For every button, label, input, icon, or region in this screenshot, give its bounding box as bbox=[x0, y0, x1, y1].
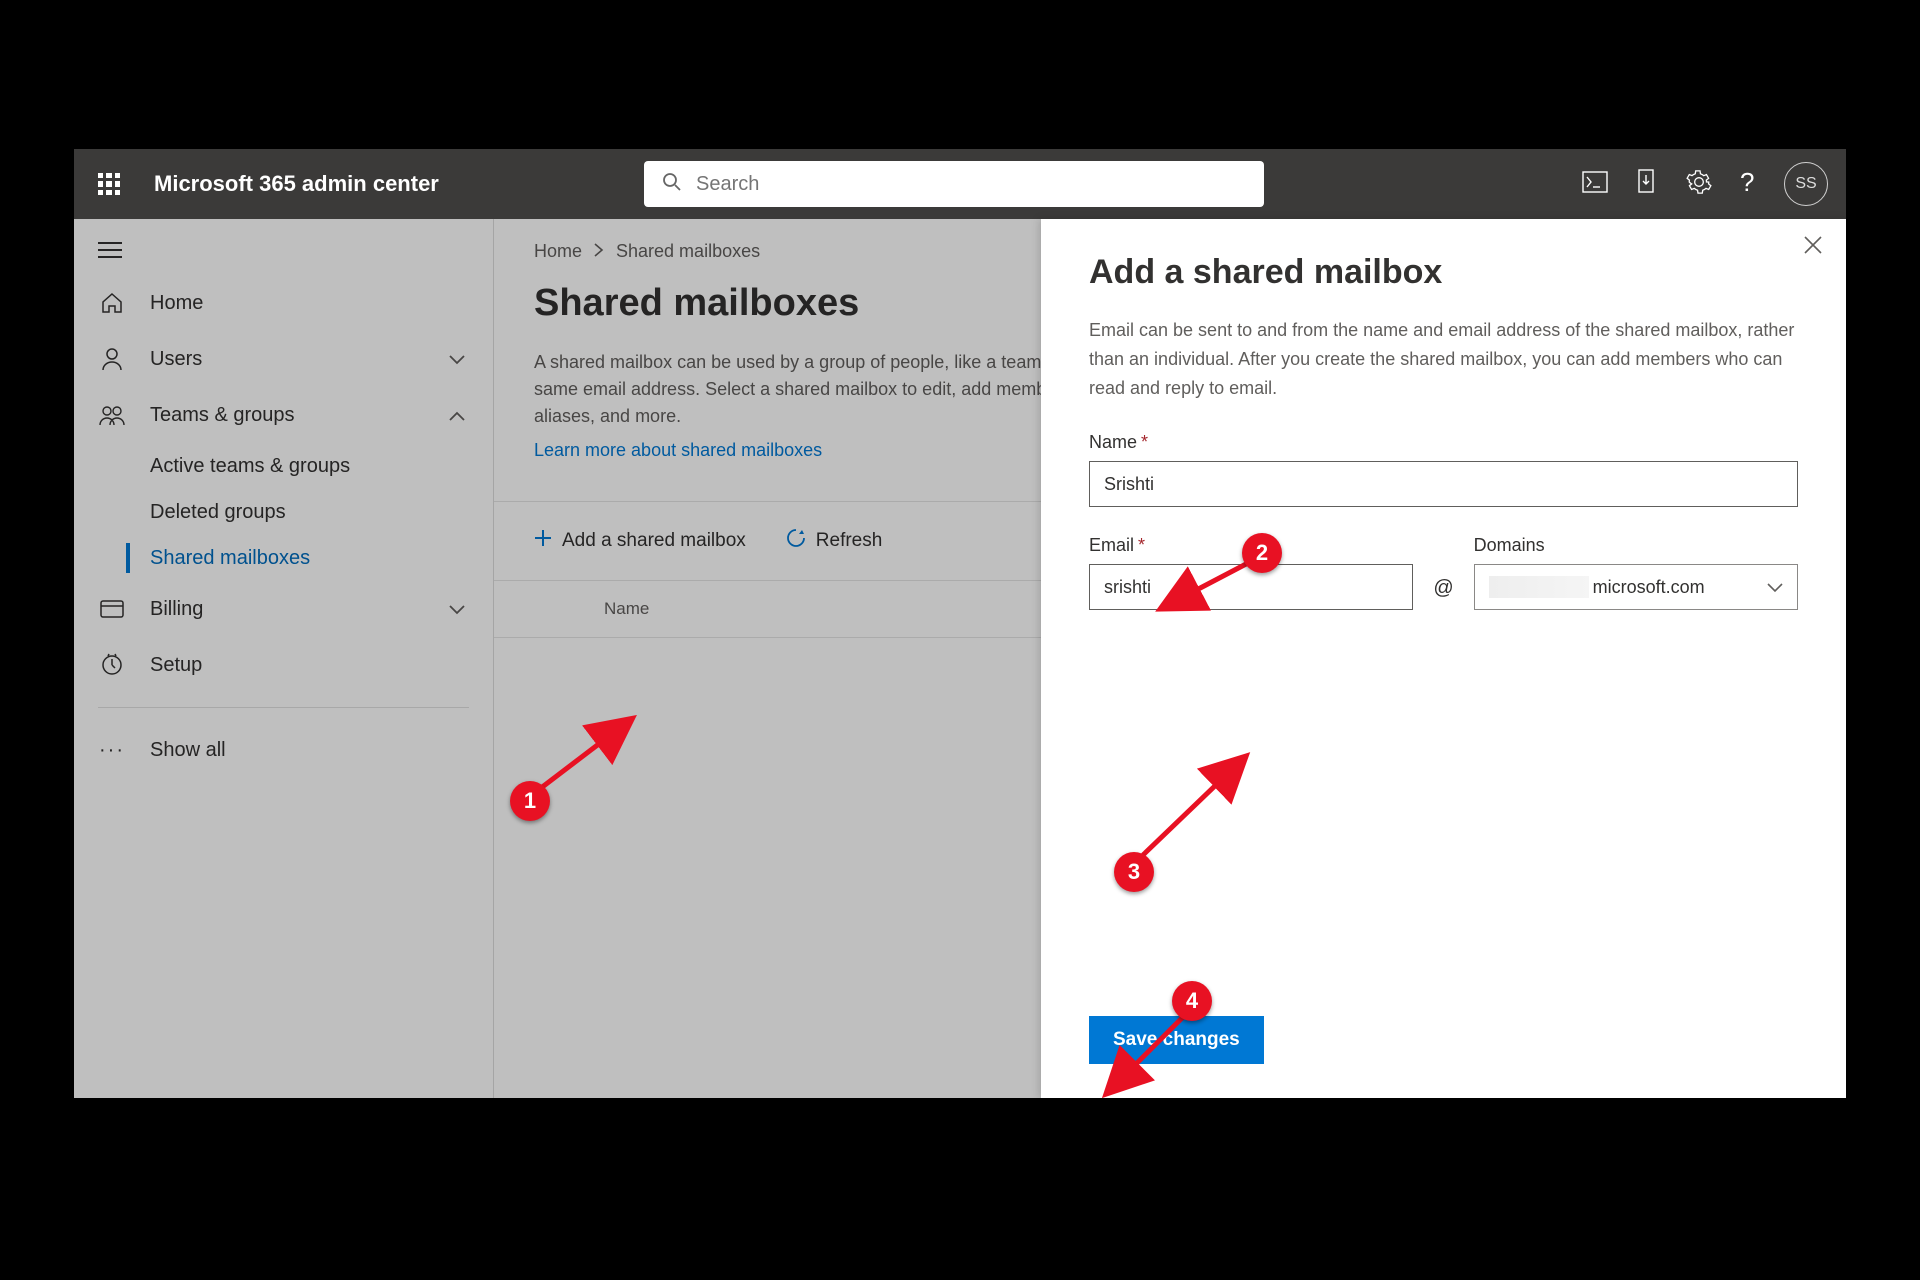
app-title: Microsoft 365 admin center bbox=[154, 171, 439, 197]
breadcrumb-current: Shared mailboxes bbox=[616, 241, 760, 262]
nav-deleted-groups[interactable]: Deleted groups bbox=[74, 489, 493, 535]
search-box[interactable] bbox=[644, 161, 1264, 207]
domain-redacted bbox=[1489, 576, 1589, 598]
settings-icon[interactable] bbox=[1686, 169, 1712, 200]
nav-label: Users bbox=[150, 348, 202, 371]
save-button-label: Save changes bbox=[1113, 1029, 1240, 1050]
nav-divider bbox=[98, 707, 469, 708]
svg-text:?: ? bbox=[1740, 167, 1754, 197]
nav-label: Teams & groups bbox=[150, 404, 295, 427]
toolbar-label: Add a shared mailbox bbox=[562, 530, 746, 552]
chevron-right-icon bbox=[594, 241, 604, 262]
billing-icon bbox=[98, 600, 126, 618]
add-shared-mailbox-button[interactable]: Add a shared mailbox bbox=[534, 529, 746, 553]
close-icon bbox=[1804, 236, 1822, 254]
left-nav: Home Users Teams & groups Active teams &… bbox=[74, 219, 494, 1098]
nav-teams-groups[interactable]: Teams & groups bbox=[74, 387, 493, 443]
domain-select[interactable]: microsoft.com bbox=[1474, 564, 1798, 610]
nav-label: Setup bbox=[150, 654, 202, 677]
app-window: Microsoft 365 admin center ? SS bbox=[74, 149, 1846, 1098]
column-name[interactable]: Name bbox=[604, 599, 649, 618]
close-button[interactable] bbox=[1804, 235, 1822, 259]
nav-billing[interactable]: Billing bbox=[74, 581, 493, 637]
nav-users[interactable]: Users bbox=[74, 331, 493, 387]
nav-sub-label: Active teams & groups bbox=[150, 455, 350, 478]
email-input[interactable] bbox=[1089, 564, 1413, 610]
app-launcher-button[interactable] bbox=[74, 173, 144, 195]
nav-label: Show all bbox=[150, 739, 226, 762]
refresh-button[interactable]: Refresh bbox=[786, 528, 883, 554]
panel-title: Add a shared mailbox bbox=[1089, 253, 1798, 292]
nav-shared-mailboxes[interactable]: Shared mailboxes bbox=[74, 535, 493, 581]
teams-icon bbox=[98, 404, 126, 426]
nav-sub-label: Shared mailboxes bbox=[150, 547, 310, 570]
user-icon bbox=[98, 347, 126, 371]
domain-value: microsoft.com bbox=[1593, 577, 1705, 598]
panel-description: Email can be sent to and from the name a… bbox=[1089, 316, 1798, 402]
chevron-down-icon bbox=[449, 348, 465, 371]
add-mailbox-panel: Add a shared mailbox Email can be sent t… bbox=[1041, 219, 1846, 1098]
home-icon bbox=[98, 292, 126, 314]
domains-label: Domains bbox=[1474, 535, 1798, 556]
nav-collapse-button[interactable] bbox=[74, 225, 493, 275]
refresh-icon bbox=[786, 528, 806, 554]
avatar-initials: SS bbox=[1795, 175, 1816, 193]
help-icon[interactable]: ? bbox=[1740, 169, 1756, 200]
search-icon bbox=[662, 172, 682, 197]
avatar[interactable]: SS bbox=[1784, 162, 1828, 206]
download-icon[interactable] bbox=[1636, 169, 1658, 200]
nav-home[interactable]: Home bbox=[74, 275, 493, 331]
name-label: Name* bbox=[1089, 432, 1798, 453]
chevron-down-icon bbox=[449, 598, 465, 621]
save-changes-button[interactable]: Save changes bbox=[1089, 1016, 1264, 1064]
at-sign: @ bbox=[1433, 577, 1453, 638]
nav-label: Home bbox=[150, 292, 203, 315]
toolbar-label: Refresh bbox=[816, 530, 883, 552]
breadcrumb-home[interactable]: Home bbox=[534, 241, 582, 262]
search-input[interactable] bbox=[696, 173, 1246, 196]
top-bar: Microsoft 365 admin center ? SS bbox=[74, 149, 1846, 219]
nav-label: Billing bbox=[150, 598, 203, 621]
nav-sub-label: Deleted groups bbox=[150, 501, 286, 524]
email-label: Email* bbox=[1089, 535, 1413, 556]
nav-setup[interactable]: Setup bbox=[74, 637, 493, 693]
waffle-icon bbox=[98, 173, 120, 195]
ellipsis-icon: ··· bbox=[98, 739, 126, 762]
chevron-up-icon bbox=[449, 404, 465, 427]
nav-show-all[interactable]: ··· Show all bbox=[74, 722, 493, 778]
top-icon-bar: ? SS bbox=[1582, 162, 1828, 206]
shell-icon[interactable] bbox=[1582, 171, 1608, 198]
nav-active-teams[interactable]: Active teams & groups bbox=[74, 443, 493, 489]
chevron-down-icon bbox=[1767, 577, 1783, 598]
plus-icon bbox=[534, 529, 552, 553]
name-input[interactable] bbox=[1089, 461, 1798, 507]
setup-icon bbox=[98, 654, 126, 676]
